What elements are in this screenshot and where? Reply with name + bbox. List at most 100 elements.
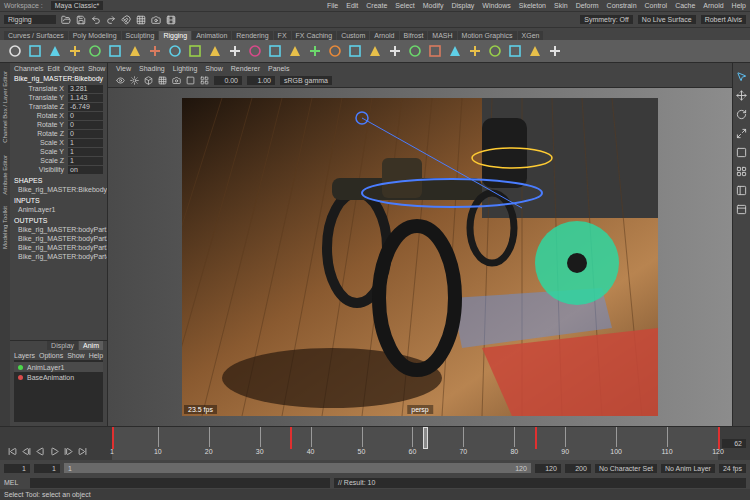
- shelf-tool-icon[interactable]: [388, 44, 402, 58]
- shelf-tab[interactable]: Arnold: [370, 31, 398, 40]
- tool-icon[interactable]: [736, 147, 747, 158]
- shelf-tool-icon[interactable]: [428, 44, 442, 58]
- shelf-tab[interactable]: Rendering: [232, 31, 272, 40]
- menu-item[interactable]: Cache: [675, 1, 695, 10]
- layer-menu[interactable]: Help: [89, 351, 103, 360]
- menu-item[interactable]: Edit: [346, 1, 358, 10]
- tool-icon[interactable]: [736, 128, 747, 139]
- shelf-tool-icon[interactable]: [248, 44, 262, 58]
- shelf-tab[interactable]: Animation: [192, 31, 231, 40]
- playback-icon[interactable]: [50, 447, 59, 456]
- shelf-tool-icon[interactable]: [148, 44, 162, 58]
- shelf-tab[interactable]: Bifrost: [400, 31, 428, 40]
- menu-item[interactable]: Help: [732, 1, 746, 10]
- menu-item[interactable]: Create: [366, 1, 387, 10]
- viewport-menu[interactable]: Panels: [268, 64, 289, 73]
- attribute-row[interactable]: Translate Y1.143: [14, 93, 103, 102]
- shelf-tool-icon[interactable]: [528, 44, 542, 58]
- section-item[interactable]: Bike_rig_MASTER:bodyPart2: [14, 234, 103, 243]
- tool-icon[interactable]: [736, 166, 747, 177]
- range-start-field[interactable]: 1: [34, 464, 60, 473]
- node-name[interactable]: Bike_rig_MASTER:Bikebody: [14, 74, 103, 84]
- playback-icon[interactable]: [36, 447, 45, 456]
- menu-set-dropdown[interactable]: Rigging: [4, 15, 56, 24]
- shelf-tool-icon[interactable]: [548, 44, 562, 58]
- shelf-tab[interactable]: Custom: [337, 31, 369, 40]
- shelf-tab[interactable]: Motion Graphics: [458, 31, 517, 40]
- layer-menu[interactable]: Layers: [14, 351, 35, 360]
- attribute-row[interactable]: Visibilityon: [14, 165, 103, 174]
- status-tool-icon[interactable]: [61, 15, 71, 25]
- menu-item[interactable]: File: [327, 1, 338, 10]
- shelf-tool-icon[interactable]: [228, 44, 242, 58]
- shelf-tool-icon[interactable]: [48, 44, 62, 58]
- viewport-menu[interactable]: Lighting: [173, 64, 198, 73]
- viewport-menu[interactable]: Renderer: [231, 64, 260, 73]
- attribute-row[interactable]: Scale X1: [14, 138, 103, 147]
- timeline-track[interactable]: 1102030405060708090100110120: [112, 427, 718, 460]
- channel-menu[interactable]: Object: [64, 64, 84, 73]
- tool-icon[interactable]: [736, 71, 747, 82]
- attribute-row[interactable]: Rotate Z0: [14, 129, 103, 138]
- channel-menu[interactable]: Channels: [14, 64, 44, 73]
- shelf-tool-icon[interactable]: [448, 44, 462, 58]
- range-end-field[interactable]: 120: [535, 464, 561, 473]
- shelf-tool-icon[interactable]: [208, 44, 222, 58]
- viewport-tool-icon[interactable]: [186, 76, 195, 85]
- layer-menu[interactable]: Options: [39, 351, 63, 360]
- shelf-tool-icon[interactable]: [488, 44, 502, 58]
- section-item[interactable]: Bike_rig_MASTER:bodyPart3: [14, 243, 103, 252]
- shelf-tab[interactable]: Rigging: [159, 31, 191, 40]
- attribute-value[interactable]: 1: [68, 148, 103, 156]
- shelf-tool-icon[interactable]: [88, 44, 102, 58]
- menu-item[interactable]: Deform: [576, 1, 599, 10]
- color-space-dropdown[interactable]: sRGB gamma: [280, 76, 332, 85]
- menu-item[interactable]: Constrain: [607, 1, 637, 10]
- shelf-tool-icon[interactable]: [68, 44, 82, 58]
- tool-icon[interactable]: [736, 185, 747, 196]
- keyframe-marker[interactable]: [290, 427, 292, 449]
- menu-item[interactable]: Windows: [482, 1, 510, 10]
- side-tab[interactable]: Modeling Toolkit: [1, 206, 10, 249]
- shelf-tool-icon[interactable]: [308, 44, 322, 58]
- attribute-value[interactable]: 0: [68, 130, 103, 138]
- shelf-tool-icon[interactable]: [468, 44, 482, 58]
- menu-item[interactable]: Select: [395, 1, 414, 10]
- viewport-menu[interactable]: Shading: [139, 64, 165, 73]
- viewport-canvas[interactable]: persp23.5 fps: [108, 88, 732, 426]
- status-tool-icon[interactable]: [151, 15, 161, 25]
- attribute-value[interactable]: 1.143: [68, 94, 103, 102]
- status-tool-icon[interactable]: [166, 15, 176, 25]
- attribute-value[interactable]: 0: [68, 121, 103, 129]
- attribute-value[interactable]: on: [68, 166, 103, 174]
- viewport-scene[interactable]: [182, 98, 658, 416]
- menu-item[interactable]: Arnold: [703, 1, 723, 10]
- range-bar[interactable]: 1120: [64, 463, 531, 473]
- tool-icon[interactable]: [736, 204, 747, 215]
- menu-item[interactable]: Display: [451, 1, 474, 10]
- keyframe-marker[interactable]: [112, 427, 114, 449]
- command-language[interactable]: MEL: [4, 478, 26, 487]
- symmetry-dropdown[interactable]: Symmetry: Off: [580, 15, 633, 24]
- shelf-tool-icon[interactable]: [288, 44, 302, 58]
- tool-icon[interactable]: [736, 90, 747, 101]
- viewport-tool-icon[interactable]: [172, 76, 181, 85]
- attribute-value[interactable]: 1: [68, 157, 103, 165]
- status-tool-icon[interactable]: [91, 15, 101, 25]
- viewport-tool-icon[interactable]: [130, 76, 139, 85]
- shelf-tool-icon[interactable]: [8, 44, 22, 58]
- status-tool-icon[interactable]: [121, 15, 131, 25]
- attribute-value[interactable]: 0: [68, 112, 103, 120]
- shelf-tab[interactable]: FX Caching: [292, 31, 337, 40]
- start-field[interactable]: 1: [4, 464, 30, 473]
- layer-tab[interactable]: Display: [47, 341, 78, 350]
- shelf-tab[interactable]: Curves / Surfaces: [4, 31, 68, 40]
- attribute-value[interactable]: 1: [68, 139, 103, 147]
- viewport-tool-icon[interactable]: [144, 76, 153, 85]
- channel-menu[interactable]: Edit: [48, 64, 60, 73]
- shelf-tab[interactable]: FX: [274, 31, 291, 40]
- shelf-tool-icon[interactable]: [128, 44, 142, 58]
- user-login[interactable]: Robert Alvis: [701, 15, 746, 24]
- playback-icon[interactable]: [78, 447, 87, 456]
- shelf-tab[interactable]: MASH: [428, 31, 456, 40]
